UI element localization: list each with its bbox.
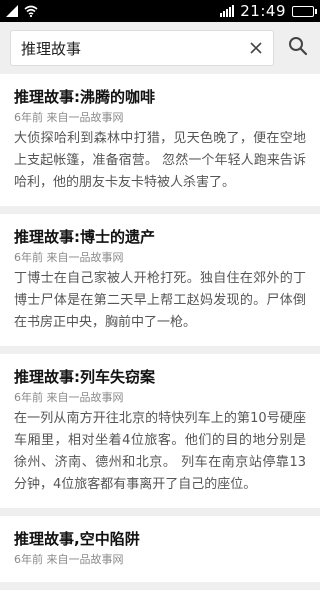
search-bar: 推理故事 (0, 22, 320, 74)
search-icon (288, 36, 308, 60)
list-item[interactable]: 推理故事:博士的遗产 6年前 来自一品故事网 丁博士在自己家被人开枪打死。独自住… (0, 214, 320, 346)
search-button[interactable] (286, 36, 310, 60)
wifi-icon (24, 2, 38, 21)
item-excerpt: 大侦探哈利到森林中打猎，见天色晚了，便在空地上支起帐篷，准备宿营。 忽然一个年轻… (14, 131, 306, 190)
signal-icon (6, 2, 18, 21)
item-title[interactable]: 推理故事:博士的遗产 (14, 226, 306, 248)
list-item[interactable]: 推理故事:列车失窃案 6年前 来自一品故事网 在一列从南方开往北京的特快列车上的… (0, 354, 320, 508)
item-excerpt: 丁博士在自己家被人开枪打死。独自住在郊外的丁博士尸体是在第二天早上帮工赵妈发现的… (14, 271, 306, 330)
list-item[interactable]: 推理故事,空中陷阱 6年前 来自一品故事网 (0, 516, 320, 582)
list-item[interactable]: 推理故事:沸腾的咖啡 6年前 来自一品故事网 大侦探哈利到森林中打猎，见天色晚了… (0, 74, 320, 206)
signal-bars-icon (220, 5, 235, 17)
item-meta: 6年前 来自一品故事网 (14, 251, 124, 264)
result-list: 推理故事:沸腾的咖啡 6年前 来自一品故事网 大侦探哈利到森林中打猎，见天色晚了… (0, 74, 320, 590)
item-meta: 6年前 来自一品故事网 (14, 111, 124, 124)
search-query[interactable]: 推理故事 (21, 38, 81, 59)
item-title[interactable]: 推理故事,空中陷阱 (14, 528, 306, 550)
status-left (6, 2, 38, 21)
clock: 21:49 (240, 2, 286, 20)
status-right: 21:49 (220, 2, 317, 20)
close-icon[interactable] (247, 39, 265, 57)
item-title[interactable]: 推理故事:沸腾的咖啡 (14, 86, 306, 108)
item-excerpt: 在一列从南方开往北京的特快列车上的第10号硬座车厢里，相对坐着4位旅客。他们的目… (14, 411, 306, 492)
item-meta: 6年前 来自一品故事网 (14, 553, 124, 566)
battery-icon (292, 5, 317, 17)
search-input[interactable]: 推理故事 (10, 30, 274, 66)
status-bar: 21:49 (0, 0, 320, 22)
item-title[interactable]: 推理故事:列车失窃案 (14, 366, 306, 388)
item-meta: 6年前 来自一品故事网 (14, 391, 124, 404)
